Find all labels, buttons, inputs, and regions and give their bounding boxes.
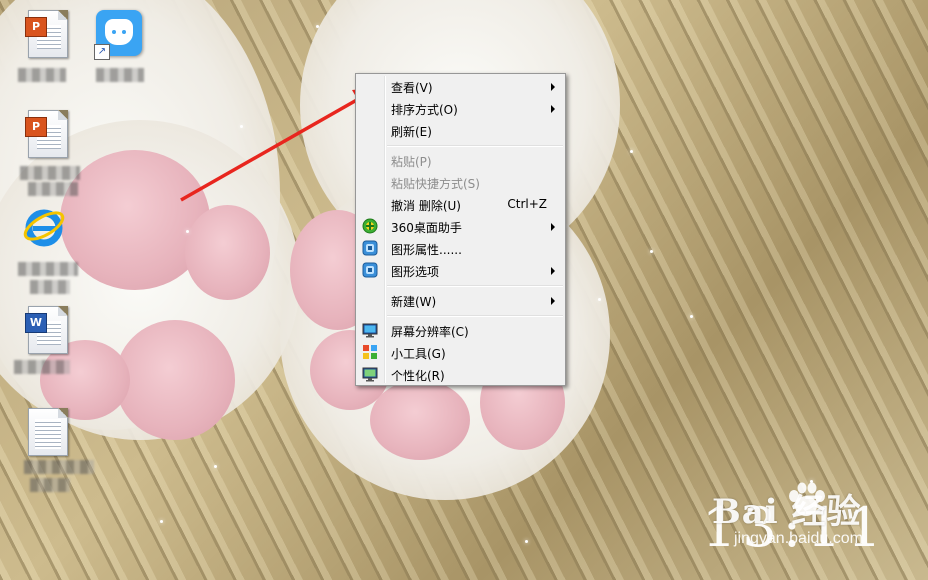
graphics-options-icon (362, 262, 378, 278)
menu-item-label: 刷新(E) (391, 125, 432, 139)
menu-item-paste: 粘贴(P) (358, 149, 563, 171)
menu-item-personalize[interactable]: 个性化(R) (358, 363, 563, 385)
menu-item-refresh[interactable]: 刷新(E) (358, 119, 563, 141)
desktop-icon-label-blurred (18, 262, 78, 276)
powerpoint-file-icon: P (25, 10, 68, 58)
submenu-arrow-icon (551, 83, 555, 91)
menu-item-label: 粘贴快捷方式(S) (391, 177, 480, 191)
desktop-icon-label-blurred (24, 460, 94, 474)
menu-item-label: 小工具(G) (391, 347, 446, 361)
submenu-arrow-icon (551, 297, 555, 305)
menu-item-graphics-properties[interactable]: 图形属性...... (358, 237, 563, 259)
word-file-icon: W (25, 306, 68, 354)
personalize-icon (362, 367, 378, 382)
menu-item-label: 新建(W) (391, 295, 437, 309)
desktop-icon-label-blurred (30, 280, 70, 294)
menu-item-label: 排序方式(O) (391, 103, 458, 117)
menu-item-graphics-options[interactable]: 图形选项 (358, 259, 563, 281)
menu-item-label: 粘贴(P) (391, 155, 432, 169)
360-assistant-icon (362, 218, 378, 234)
menu-item-gadgets[interactable]: 小工具(G) (358, 341, 563, 363)
desktop-icon-internet-explorer[interactable] (20, 204, 80, 252)
menu-item-shortcut: Ctrl+Z (507, 197, 547, 211)
shortcut-arrow-icon: ↗ (94, 44, 110, 60)
desktop-icon-label-blurred (20, 166, 80, 180)
gadgets-icon (363, 345, 377, 359)
desktop-context-menu: 查看(V) 排序方式(O) 刷新(E) 粘贴(P) 粘贴快捷方式(S) 撤消 删… (355, 73, 566, 386)
desktop-icon-label-blurred (28, 182, 78, 196)
internet-explorer-icon (23, 209, 65, 247)
cat-app-icon: ↗ (94, 10, 142, 60)
menu-item-undo-delete[interactable]: 撤消 删除(U) Ctrl+Z (358, 193, 563, 215)
menu-item-label: 撤消 删除(U) (391, 199, 461, 213)
menu-item-screen-resolution[interactable]: 屏幕分辨率(C) (358, 319, 563, 341)
menu-item-sort-by[interactable]: 排序方式(O) (358, 97, 563, 119)
text-file-icon (28, 408, 68, 456)
screen-resolution-icon (362, 323, 378, 338)
desktop-icon-text-document[interactable] (22, 406, 82, 456)
menu-item-label: 屏幕分辨率(C) (391, 325, 469, 339)
powerpoint-file-icon: P (25, 110, 68, 158)
desktop-icon-label-blurred (14, 360, 70, 374)
desktop-icon-app-shortcut[interactable]: ↗ (94, 10, 154, 60)
menu-separator (387, 145, 563, 147)
watermark-url: jingyan.baidu.com (734, 530, 863, 547)
submenu-arrow-icon (551, 267, 555, 275)
desktop-icon-label-blurred (30, 478, 70, 492)
submenu-arrow-icon (551, 223, 555, 231)
menu-item-view[interactable]: 查看(V) (358, 75, 563, 97)
menu-item-360-assistant[interactable]: 360桌面助手 (358, 215, 563, 237)
menu-separator (387, 285, 563, 287)
desktop-icon-label-blurred (96, 68, 144, 82)
desktop-icon-powerpoint-1[interactable]: P (22, 8, 82, 58)
menu-item-new[interactable]: 新建(W) (358, 289, 563, 311)
menu-item-label: 查看(V) (391, 81, 433, 95)
menu-item-label: 图形选项 (391, 265, 440, 279)
desktop-icon-word[interactable]: W (22, 304, 82, 354)
desktop-icon-powerpoint-2[interactable]: P (22, 108, 82, 158)
graphics-properties-icon (362, 240, 378, 256)
baidu-paw-logo (789, 482, 825, 516)
menu-separator (387, 315, 563, 317)
menu-item-label: 个性化(R) (391, 369, 445, 383)
menu-item-label: 360桌面助手 (391, 221, 462, 235)
menu-item-paste-shortcut: 粘贴快捷方式(S) (358, 171, 563, 193)
submenu-arrow-icon (551, 105, 555, 113)
menu-item-label: 图形属性...... (391, 243, 462, 257)
desktop-icon-label-blurred (18, 68, 66, 82)
